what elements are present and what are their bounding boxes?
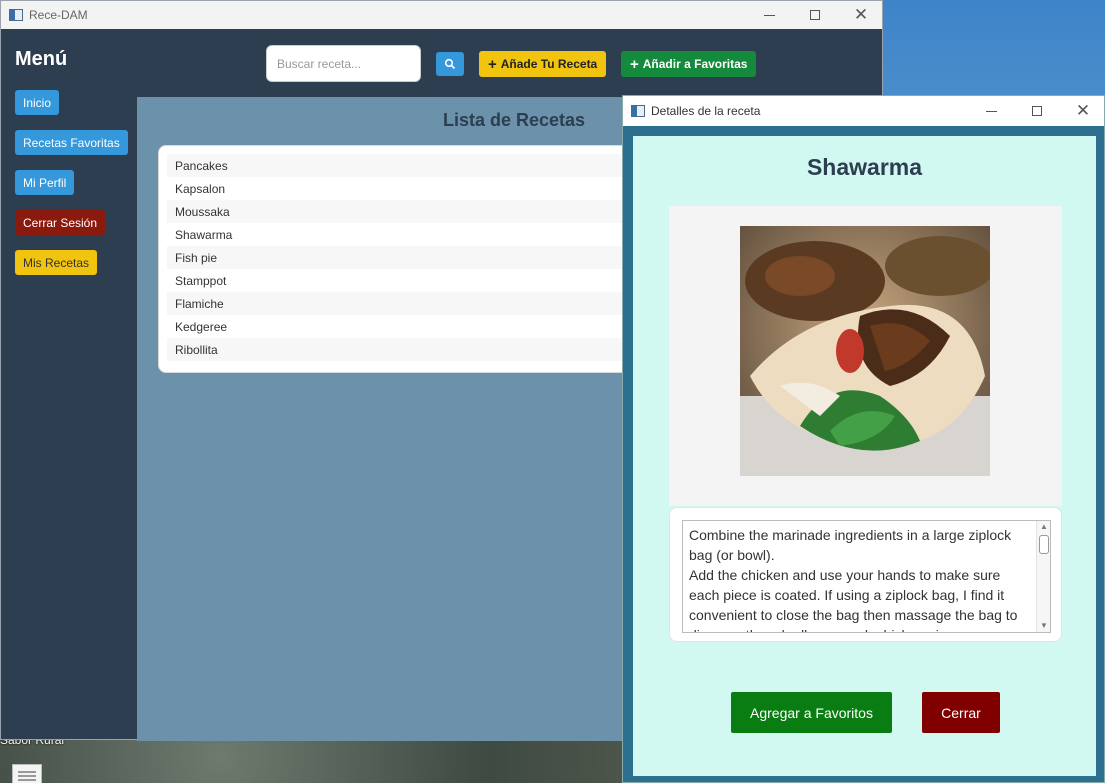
detail-body: Shawarma Combine the marinade ingredient… [633,136,1096,776]
detail-window: Detalles de la receta ✕ Shawarma Combine… [622,95,1105,783]
search-icon [444,58,456,70]
recipe-image [740,226,990,476]
sidebar-item-cerrar-sesion[interactable]: Cerrar Sesión [15,210,106,235]
add-favorites-label: Añadir a Favoritas [642,57,748,71]
add-favorites-button[interactable]: + Añadir a Favoritas [621,51,757,77]
description-scrollbar[interactable]: ▲ ▼ [1036,521,1050,632]
sidebar-item-mi-perfil[interactable]: Mi Perfil [15,170,75,195]
scroll-down-icon[interactable]: ▼ [1039,621,1049,631]
add-to-favorites-button[interactable]: Agregar a Favoritos [731,692,892,733]
shawarma-photo [740,226,990,476]
close-window-button[interactable]: ✕ [838,1,884,29]
list-title: Lista de Recetas [443,110,586,130]
description-textarea[interactable]: Combine the marinade ingredients in a la… [682,520,1051,633]
app-icon [631,105,645,117]
add-recipe-button[interactable]: + Añade Tu Receta [479,51,607,77]
window-controls: ✕ [746,1,884,29]
sidebar-item-inicio[interactable]: Inicio [15,90,60,115]
minimize-button[interactable] [968,97,1014,125]
maximize-button[interactable] [792,1,838,29]
description-text: Combine the marinade ingredients in a la… [689,527,1018,632]
minimize-icon [763,14,775,16]
close-button[interactable]: Cerrar [922,692,1000,733]
recipe-name: Shawarma [806,154,923,180]
maximize-button[interactable] [1014,97,1060,125]
detail-window-controls: ✕ [968,97,1105,125]
close-icon: ✕ [853,4,869,25]
plus-icon: + [630,55,639,73]
description-card: Combine the marinade ingredients in a la… [669,507,1062,642]
sidebar-item-mis-recetas[interactable]: Mis Recetas [15,250,98,275]
minimize-button[interactable] [746,1,792,29]
scroll-thumb[interactable] [1039,535,1049,554]
maximize-icon [810,10,820,20]
scroll-up-icon[interactable]: ▲ [1039,522,1049,532]
close-icon: ✕ [1075,100,1091,121]
main-titlebar[interactable]: Rece-DAM ✕ [1,1,882,29]
close-window-button[interactable]: ✕ [1060,97,1105,125]
window-title: Rece-DAM [29,8,88,22]
desktop-file-icon[interactable] [12,764,42,783]
plus-icon: + [488,55,497,73]
detail-window-title: Detalles de la receta [651,104,761,118]
maximize-icon [1032,106,1042,116]
minimize-icon [985,110,997,112]
image-frame [669,206,1062,506]
app-icon [9,9,23,21]
add-recipe-label: Añade Tu Receta [500,57,598,71]
menu-title: Menú [15,48,68,70]
search-button[interactable] [436,52,464,76]
search-input[interactable]: Buscar receta... [266,45,421,82]
detail-titlebar[interactable]: Detalles de la receta ✕ [623,96,1104,126]
sidebar-item-recetas-favoritas[interactable]: Recetas Favoritas [15,130,128,155]
